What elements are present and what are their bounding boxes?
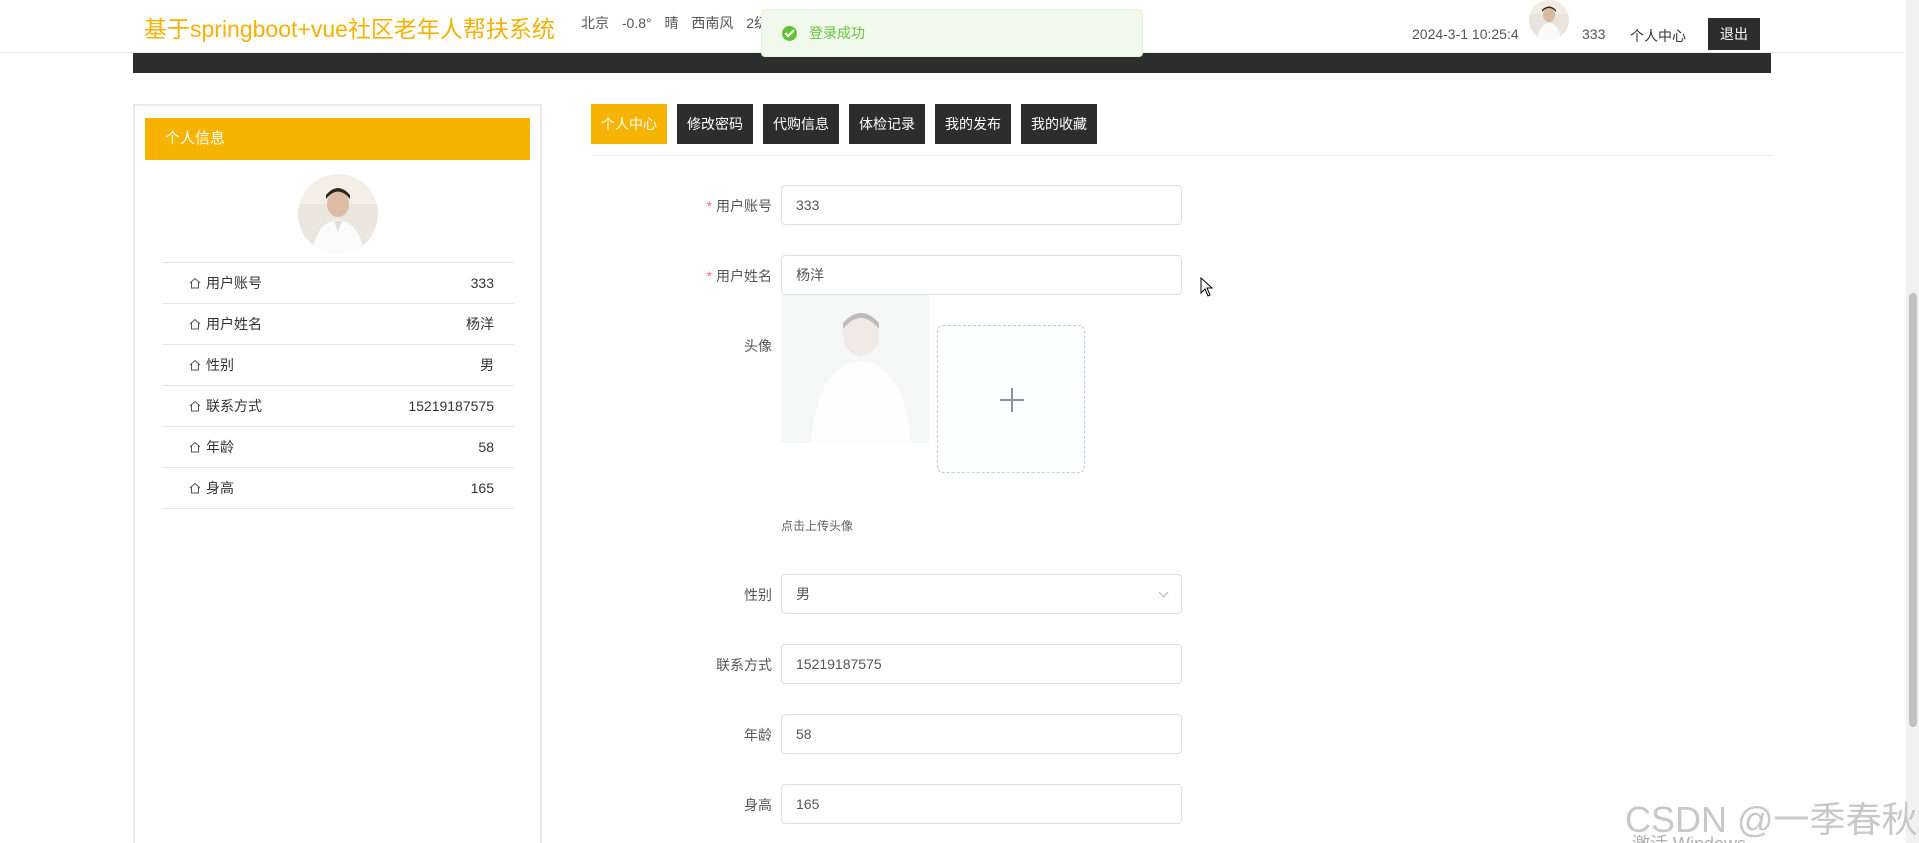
profile-info-panel: 个人信息 用户账号 333 用户姓名 杨洋 性别 男 联系方式 15219187… [133, 104, 542, 843]
header-username[interactable]: 333 [1582, 26, 1605, 42]
required-mark: * [706, 268, 712, 284]
avatar-preview [781, 295, 929, 443]
tab-change-password[interactable]: 修改密码 [677, 104, 753, 144]
tab-personal-center[interactable]: 个人中心 [591, 104, 667, 144]
info-label: 用户姓名 [206, 316, 262, 332]
info-value: 15219187575 [408, 398, 494, 414]
plus-icon [1000, 388, 1024, 412]
panel-title: 个人信息 [145, 118, 530, 160]
weather-condition: 晴 [664, 15, 679, 31]
avatar-upload-button[interactable] [937, 325, 1085, 473]
height-label: 身高 [744, 797, 772, 813]
info-label: 性别 [206, 357, 234, 373]
list-item: 性别 男 [162, 345, 514, 386]
age-input[interactable]: 58 [781, 714, 1182, 754]
list-item: 身高 165 [162, 468, 514, 509]
gender-selected-value: 男 [796, 586, 810, 602]
personal-center-link[interactable]: 个人中心 [1630, 26, 1686, 46]
tab-my-favorites[interactable]: 我的收藏 [1021, 104, 1097, 144]
info-value: 杨洋 [466, 316, 494, 332]
name-input[interactable]: 杨洋 [781, 255, 1182, 295]
phone-input[interactable]: 15219187575 [781, 644, 1182, 684]
info-value: 58 [478, 439, 494, 455]
page-scrollbar[interactable] [1906, 0, 1919, 843]
tab-health-records[interactable]: 体检记录 [849, 104, 925, 144]
name-label: * 用户姓名 [706, 268, 772, 284]
account-label: * 用户账号 [706, 198, 772, 214]
info-value: 165 [470, 480, 494, 496]
success-toast: 登录成功 [761, 9, 1143, 57]
info-label: 身高 [206, 480, 234, 496]
home-icon [189, 482, 201, 494]
info-label: 联系方式 [206, 398, 262, 414]
home-icon [189, 441, 201, 453]
list-item: 用户姓名 杨洋 [162, 304, 514, 345]
account-input[interactable]: 333 [781, 185, 1182, 225]
header-avatar[interactable] [1529, 0, 1569, 40]
avatar-label: 头像 [744, 338, 772, 354]
gender-select[interactable]: 男 [781, 574, 1182, 614]
chevron-down-icon [1158, 587, 1169, 598]
height-input[interactable]: 165 [781, 784, 1182, 824]
profile-avatar [298, 174, 378, 254]
weather-wind-direction: 西南风 [691, 15, 734, 31]
info-label: 年龄 [206, 439, 234, 455]
home-icon [189, 277, 201, 289]
info-value: 333 [470, 275, 494, 291]
success-check-icon [782, 25, 797, 41]
tab-my-posts[interactable]: 我的发布 [935, 104, 1011, 144]
required-mark: * [706, 198, 712, 214]
tab-purchase-info[interactable]: 代购信息 [763, 104, 839, 144]
age-label: 年龄 [744, 727, 772, 743]
site-title: 基于springboot+vue社区老年人帮扶系统 [144, 16, 555, 42]
list-item: 联系方式 15219187575 [162, 386, 514, 427]
weather-city: 北京 [581, 15, 609, 31]
windows-activation-text: 激活 Windows [1632, 830, 1746, 843]
current-datetime: 2024-3-1 10:25:4 [1412, 26, 1519, 42]
info-label: 用户账号 [206, 275, 262, 291]
list-item: 年龄 58 [162, 427, 514, 468]
upload-tip: 点击上传头像 [781, 519, 854, 533]
gender-label: 性别 [744, 587, 772, 603]
scrollbar-thumb[interactable] [1909, 293, 1917, 727]
info-value: 男 [480, 357, 494, 373]
profile-info-list: 用户账号 333 用户姓名 杨洋 性别 男 联系方式 15219187575 年… [162, 262, 514, 509]
mouse-cursor-icon [1200, 277, 1214, 297]
tab-bar: 个人中心 修改密码 代购信息 体检记录 我的发布 我的收藏 [591, 104, 1773, 156]
home-icon [189, 400, 201, 412]
home-icon [189, 359, 201, 371]
toast-message: 登录成功 [809, 25, 865, 41]
weather-widget: 北京 -0.8° 晴 西南风 2级 [581, 13, 777, 33]
weather-temperature: -0.8° [621, 15, 652, 31]
logout-button[interactable]: 退出 [1708, 18, 1760, 50]
list-item: 用户账号 333 [162, 263, 514, 304]
home-icon [189, 318, 201, 330]
phone-label: 联系方式 [716, 657, 772, 673]
